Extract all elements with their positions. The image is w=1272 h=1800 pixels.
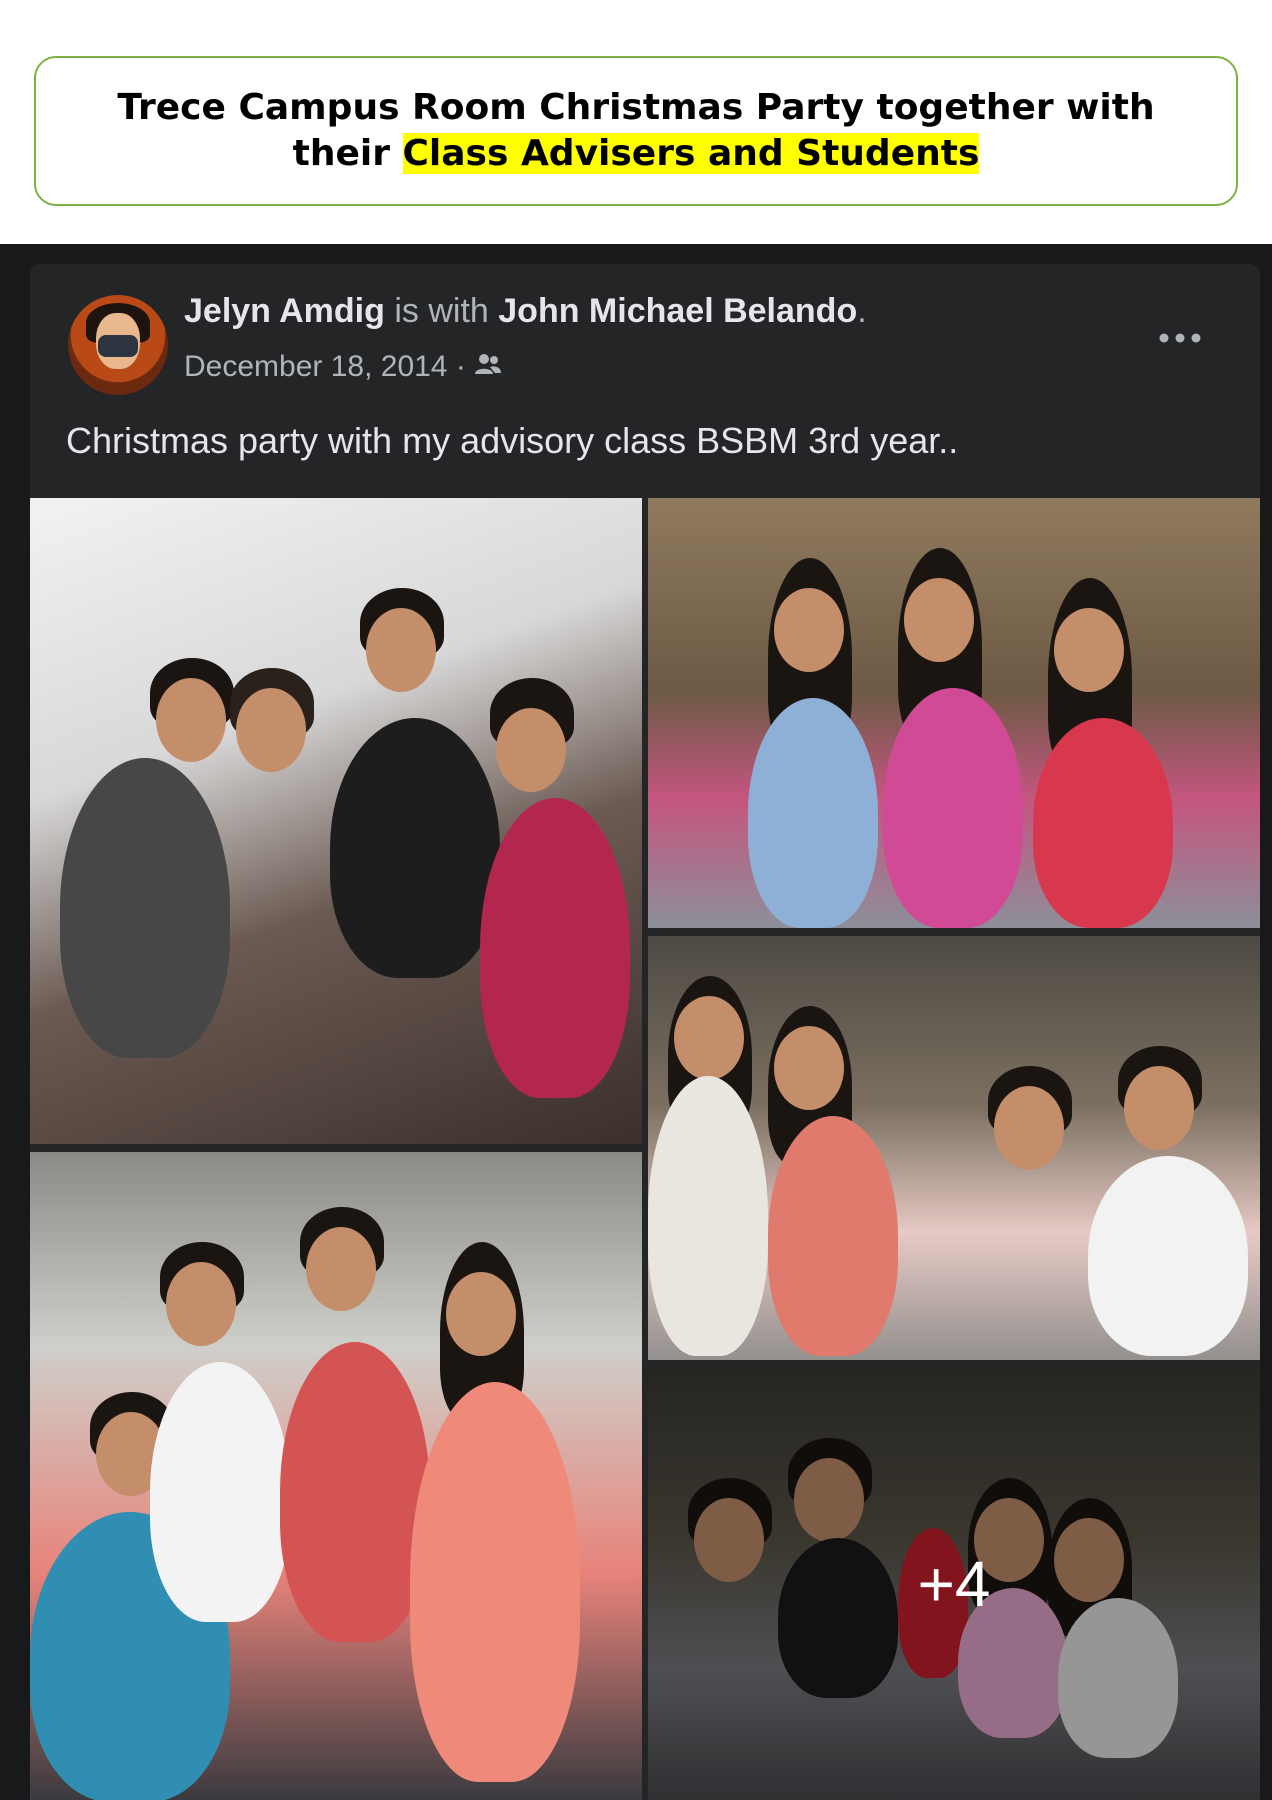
with-text: is with xyxy=(384,292,499,330)
post-caption: Christmas party with my advisory class B… xyxy=(66,420,959,461)
tagged-user-link[interactable]: John Michael Belando xyxy=(498,292,857,330)
photo-3[interactable] xyxy=(648,936,1260,1360)
banner-title-line-2: their Class Advisers and Students xyxy=(293,131,980,177)
more-options-icon[interactable] xyxy=(1150,318,1210,358)
post-date-link[interactable]: December 18, 2014 · xyxy=(184,350,466,384)
post-meta: December 18, 2014 · xyxy=(184,350,502,384)
tagged-suffix: . xyxy=(857,292,867,330)
banner-title-line-1: Trece Campus Room Christmas Party togeth… xyxy=(117,87,1155,128)
banner-title-plain: their xyxy=(292,133,403,174)
friends-icon[interactable] xyxy=(474,352,502,383)
more-photos-count: +4 xyxy=(917,1548,991,1620)
author-avatar[interactable] xyxy=(68,295,168,395)
banner-title-box: Trece Campus Room Christmas Party togeth… xyxy=(34,56,1238,206)
photo-2[interactable] xyxy=(648,498,1260,928)
photo-1[interactable] xyxy=(30,498,642,1144)
banner-title-highlight: Class Advisers and Students xyxy=(402,133,980,174)
photo-4[interactable] xyxy=(30,1152,642,1800)
post-header: Jelyn Amdig is with John Michael Belando… xyxy=(184,292,867,331)
more-photos-overlay[interactable]: +4 xyxy=(648,1368,1260,1800)
author-name-link[interactable]: Jelyn Amdig xyxy=(184,292,385,330)
